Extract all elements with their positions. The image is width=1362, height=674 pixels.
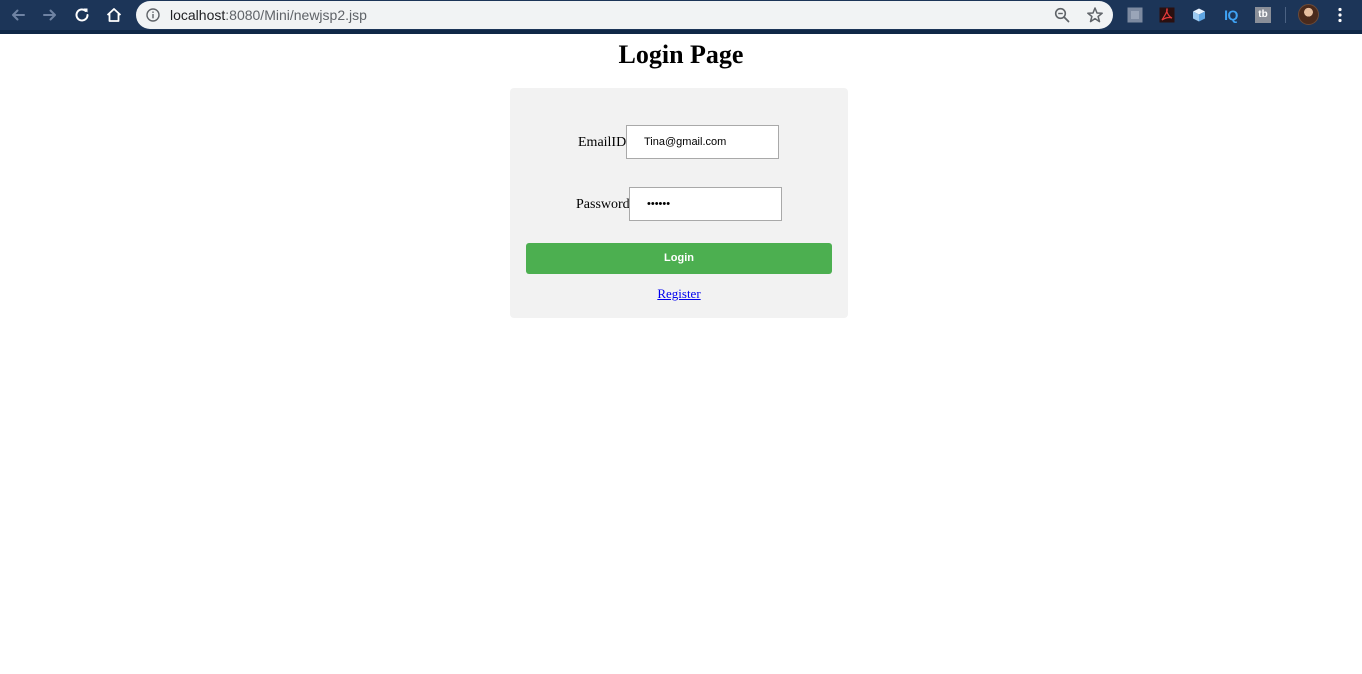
reload-button[interactable] [70, 3, 94, 27]
iq-extension-icon: IQ [1224, 7, 1238, 23]
zoom-out-icon[interactable] [1054, 7, 1070, 23]
url-path: :8080/Mini/newjsp2.jsp [225, 7, 367, 23]
reload-icon [75, 8, 89, 22]
gray-square-extension-icon [1127, 7, 1143, 23]
page-title: Login Page [618, 40, 744, 69]
register-link[interactable]: Register [510, 286, 848, 302]
browser-toolbar: localhost:8080/Mini/newjsp2.jsp IQ tb [0, 0, 1362, 30]
gray-square-extension[interactable] [1126, 6, 1144, 24]
toolbar-bottom-border [0, 30, 1362, 34]
forward-button[interactable] [38, 3, 62, 27]
info-icon[interactable] [146, 8, 160, 22]
tb-extension[interactable]: tb [1254, 6, 1272, 24]
password-field[interactable]: •••••• [629, 187, 782, 221]
toolbar-divider [1285, 7, 1286, 23]
home-icon [106, 8, 122, 22]
kebab-menu-icon[interactable] [1333, 6, 1347, 24]
login-button[interactable]: Login [526, 243, 832, 274]
tb-extension-icon: tb [1255, 7, 1271, 23]
profile-avatar[interactable] [1298, 4, 1319, 25]
home-button[interactable] [102, 3, 126, 27]
pdf-extension-icon [1159, 7, 1175, 23]
url-host: localhost [170, 7, 226, 23]
email-label: EmailID: [578, 135, 631, 150]
forward-arrow-icon [43, 9, 56, 21]
address-url[interactable]: localhost:8080/Mini/newjsp2.jsp [170, 1, 367, 29]
cube-extension-icon [1193, 8, 1205, 22]
email-field[interactable]: Tina@gmail.com [626, 125, 779, 159]
address-bar[interactable]: localhost:8080/Mini/newjsp2.jsp [136, 1, 1113, 29]
back-button[interactable] [6, 3, 30, 27]
cube-extension[interactable] [1190, 6, 1208, 24]
login-form: EmailID: Tina@gmail.com Password: ••••••… [510, 88, 848, 318]
back-arrow-icon [12, 9, 25, 21]
pdf-extension[interactable] [1158, 6, 1176, 24]
iq-extension[interactable]: IQ [1221, 6, 1241, 24]
password-label: Password: [576, 197, 634, 212]
star-icon[interactable] [1086, 6, 1104, 24]
